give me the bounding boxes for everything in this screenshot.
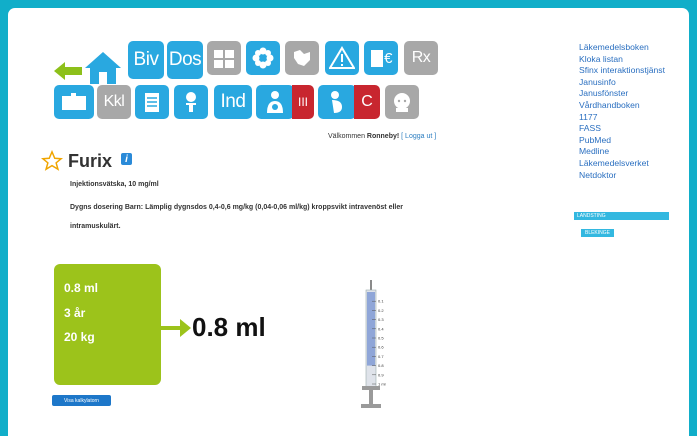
child-face-icon bbox=[394, 93, 410, 112]
link-kloka-listan[interactable]: Kloka listan bbox=[579, 54, 665, 66]
pregnancy-class-badge[interactable]: III bbox=[292, 85, 314, 119]
external-links: Läkemedelsboken Kloka listan Sfinx inter… bbox=[579, 42, 665, 181]
back-arrow-icon[interactable] bbox=[54, 60, 82, 82]
syringe-tick-label: 0.2 bbox=[378, 308, 384, 313]
pregnant-icon bbox=[331, 91, 342, 113]
goat-icon bbox=[294, 50, 310, 66]
link-pubmed[interactable]: PubMed bbox=[579, 135, 665, 147]
syringe-tick-label: 0.4 bbox=[378, 326, 384, 331]
age-value: 3 år bbox=[64, 306, 86, 320]
biv-tile[interactable]: Biv bbox=[128, 41, 164, 79]
favorite-star-icon[interactable] bbox=[41, 150, 63, 172]
syringe-graphic: 0.1 0.2 0.3 0.4 0.5 0.6 0.7 0.8 0.9 1 ml bbox=[361, 280, 386, 408]
dos-tile[interactable]: Dos bbox=[167, 41, 203, 79]
dosage-text: Dygns dosering Barn: Lämplig dygnsdos 0,… bbox=[70, 204, 403, 230]
containers-icon bbox=[214, 50, 234, 68]
calc-summary-box: 0.8 ml 3 år 20 kg bbox=[54, 264, 161, 385]
link-janusfonster[interactable]: Janusfönster bbox=[579, 88, 665, 100]
landsting-badge[interactable]: LANDSTING bbox=[574, 212, 669, 220]
link-janusinfo[interactable]: Janusinfo bbox=[579, 77, 665, 89]
pregnancy-tile[interactable] bbox=[318, 85, 356, 119]
notes-icon bbox=[145, 93, 159, 112]
result-value: 0.8 ml bbox=[192, 312, 266, 342]
syringe-tick-label: 0.5 bbox=[378, 336, 384, 341]
puzzle-tile[interactable] bbox=[54, 85, 94, 119]
flower-tile[interactable] bbox=[246, 41, 280, 75]
animal-tile[interactable] bbox=[285, 41, 319, 75]
price-tile[interactable]: € bbox=[364, 41, 398, 75]
blekinge-badge[interactable]: BLEKINGE bbox=[581, 229, 614, 237]
result-arrow bbox=[161, 326, 181, 330]
syringe-tick-label: 0.6 bbox=[378, 345, 384, 350]
pill-tile[interactable] bbox=[174, 85, 208, 119]
syringe-tick-label: 0.9 bbox=[378, 372, 384, 377]
breastfeeding-tile[interactable] bbox=[256, 85, 294, 119]
pregnancy-c-badge[interactable]: C bbox=[354, 85, 380, 119]
volume-value: 0.8 ml bbox=[64, 281, 99, 295]
link-vardhandboken[interactable]: Vårdhandboken bbox=[579, 100, 665, 112]
flower-icon bbox=[252, 47, 274, 69]
logout-link[interactable]: [ Logga ut ] bbox=[401, 133, 436, 140]
link-medline[interactable]: Medline bbox=[579, 146, 665, 158]
containers-tile[interactable] bbox=[207, 41, 241, 75]
syringe-tick-label: 0.3 bbox=[378, 317, 384, 322]
home-icon[interactable] bbox=[83, 50, 123, 86]
main-panel: Biv Dos € Rx Kkl Ind III C Välkommen Ron… bbox=[8, 8, 689, 436]
puzzle-icon bbox=[62, 93, 86, 110]
kkl-tile[interactable]: Kkl bbox=[97, 85, 131, 119]
rx-tile[interactable]: Rx bbox=[404, 41, 438, 75]
ind-tile[interactable]: Ind bbox=[214, 85, 252, 119]
notes-tile[interactable] bbox=[135, 85, 169, 119]
info-icon[interactable]: i bbox=[121, 153, 132, 165]
price-icon bbox=[371, 50, 384, 67]
link-netdoktor[interactable]: Netdoktor bbox=[579, 170, 665, 182]
warning-tile[interactable] bbox=[325, 41, 359, 75]
link-lakemedelsboken[interactable]: Läkemedelsboken bbox=[579, 42, 665, 54]
syringe-tick-label: 0.7 bbox=[378, 354, 384, 359]
syringe-tick-label: 1 ml bbox=[378, 382, 386, 387]
drug-title: Furix bbox=[41, 150, 112, 172]
show-calculator-button[interactable]: Visa kalkylatorn bbox=[52, 395, 111, 406]
drug-form: Injektionsvätska, 10 mg/ml bbox=[70, 181, 159, 188]
result-arrow-head bbox=[180, 319, 191, 337]
welcome-line: Välkommen Ronneby! [ Logga ut ] bbox=[328, 133, 437, 140]
link-sfinx[interactable]: Sfinx interaktionstjänst bbox=[579, 65, 665, 77]
child-tile[interactable] bbox=[385, 85, 419, 119]
pill-icon bbox=[186, 92, 196, 112]
link-lakemedelsverket[interactable]: Läkemedelsverket bbox=[579, 158, 665, 170]
syringe-tick-label: 0.8 bbox=[378, 363, 384, 368]
weight-value: 20 kg bbox=[64, 330, 95, 344]
link-1177[interactable]: 1177 bbox=[579, 112, 665, 124]
link-fass[interactable]: FASS bbox=[579, 123, 665, 135]
syringe-tick-label: 0.1 bbox=[378, 299, 384, 304]
drug-name: Furix bbox=[68, 150, 113, 171]
warning-icon bbox=[329, 46, 355, 69]
mother-child-icon bbox=[267, 91, 283, 113]
